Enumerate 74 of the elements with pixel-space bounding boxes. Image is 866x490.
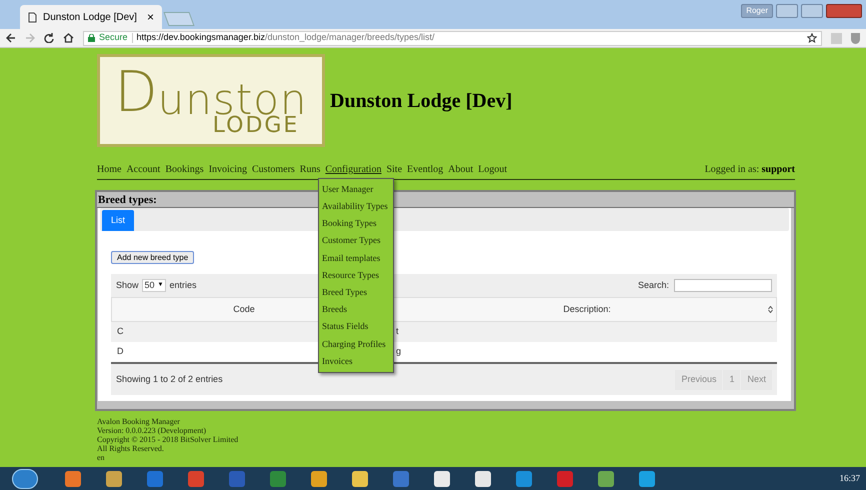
app-tile-icon[interactable] <box>392 470 408 486</box>
footer-text: en <box>97 453 106 462</box>
app-tile-icon[interactable] <box>106 470 122 486</box>
lock-icon <box>88 34 95 42</box>
nav-link[interactable]: Customers <box>252 162 295 177</box>
shield-icon[interactable] <box>851 32 860 44</box>
footer-text: Version: 0.0.0.223 (Development) <box>97 426 208 435</box>
nav-link[interactable]: Eventlog <box>407 162 444 177</box>
app-tile-icon[interactable] <box>146 470 162 486</box>
menu-item[interactable]: User Manager <box>319 181 393 198</box>
table-cell-text: t <box>396 325 400 338</box>
close-button[interactable] <box>826 4 862 18</box>
entries-info: Showing 1 to 2 of 2 entries <box>116 372 223 386</box>
nav-link[interactable]: Bookings <box>165 162 204 177</box>
clock-time: 16:37 <box>839 472 860 485</box>
menu-item[interactable]: Charging Profiles <box>319 336 393 353</box>
app-tile-icon[interactable] <box>434 470 450 486</box>
logged-in-text: Logged in as: support <box>704 163 795 177</box>
footer-text: All Rights Reserved. <box>97 444 165 453</box>
menu-item[interactable]: Availability Types <box>319 198 393 216</box>
app-tile-icon[interactable] <box>474 470 490 486</box>
secure-label: Secure <box>99 31 128 44</box>
site-title: Dunston Lodge [Dev] <box>330 88 512 114</box>
search-label: Search: <box>638 278 669 292</box>
menu-item[interactable]: Invoices <box>319 352 393 370</box>
nav-link[interactable]: Account <box>126 162 160 177</box>
app-tile-icon[interactable] <box>228 470 244 486</box>
nav-link[interactable]: Invoicing <box>208 162 248 177</box>
app-tile-icon[interactable] <box>598 470 614 486</box>
app-tile-icon[interactable] <box>352 470 368 486</box>
reload-icon[interactable] <box>44 33 54 43</box>
app-tile-icon[interactable] <box>188 470 204 486</box>
add-breed-type-button[interactable]: Add new breed type <box>111 251 194 264</box>
nav-link[interactable]: Site <box>386 162 402 177</box>
menu-item[interactable]: Booking Types <box>319 215 393 233</box>
page-icon <box>28 12 37 22</box>
show-label: Show <box>116 278 139 292</box>
back-icon[interactable] <box>6 33 16 43</box>
search-field[interactable] <box>674 279 772 292</box>
nav-link[interactable]: About <box>448 162 474 177</box>
app-tile-icon[interactable] <box>516 470 532 486</box>
menu-item[interactable]: Breed Types <box>319 284 393 302</box>
menu-item[interactable]: Status Fields <box>319 318 393 336</box>
nav-link[interactable]: Logout <box>478 162 508 177</box>
browser-tab[interactable]: Dunston Lodge [Dev] × <box>20 5 162 29</box>
minimize-button[interactable] <box>776 4 798 18</box>
app-tile-icon[interactable] <box>64 470 80 486</box>
app-tile-icon[interactable] <box>638 470 654 486</box>
app-tile-icon[interactable] <box>556 470 572 486</box>
nav-link[interactable]: Configuration <box>325 162 382 177</box>
table-cell-text: C <box>116 325 124 338</box>
app-tile-icon[interactable] <box>310 470 326 486</box>
menu-item[interactable]: Breeds <box>319 301 393 318</box>
table-cell-text: g <box>396 345 402 358</box>
home-icon[interactable] <box>63 33 74 43</box>
table-cell-text: D <box>116 345 124 358</box>
maximize-button[interactable] <box>801 4 823 18</box>
sort-icon[interactable] <box>768 306 773 313</box>
menu-item[interactable]: Customer Types <box>319 232 393 250</box>
nav-link[interactable]: Home <box>97 162 122 177</box>
address-field[interactable]: Secure https://dev.bookingsmanager.biz/dunston_lodge/manager/breeds/types/list/ <box>83 30 822 46</box>
url-text: https://dev.bookingsmanager.biz/dunston_lodge/manager/breeds/types/list/ <box>136 31 435 44</box>
tab-title: Dunston Lodge [Dev] <box>43 10 138 24</box>
nav-link[interactable]: Runs <box>300 162 320 177</box>
footer-text: Copyright © 2015 - 2018 BitSolver Limited <box>97 435 240 444</box>
tab-close-button[interactable]: × <box>146 8 154 26</box>
footer-text: Avalon Booking Manager <box>97 417 181 426</box>
star-icon[interactable] <box>807 33 817 43</box>
menu-item[interactable]: Resource Types <box>319 266 393 284</box>
list-tab[interactable]: List <box>102 210 134 231</box>
entries-label: entries <box>169 278 196 292</box>
start-button[interactable] <box>12 468 38 488</box>
menu-item[interactable]: Email templates <box>319 250 393 267</box>
app-tile-icon[interactable] <box>270 470 286 486</box>
